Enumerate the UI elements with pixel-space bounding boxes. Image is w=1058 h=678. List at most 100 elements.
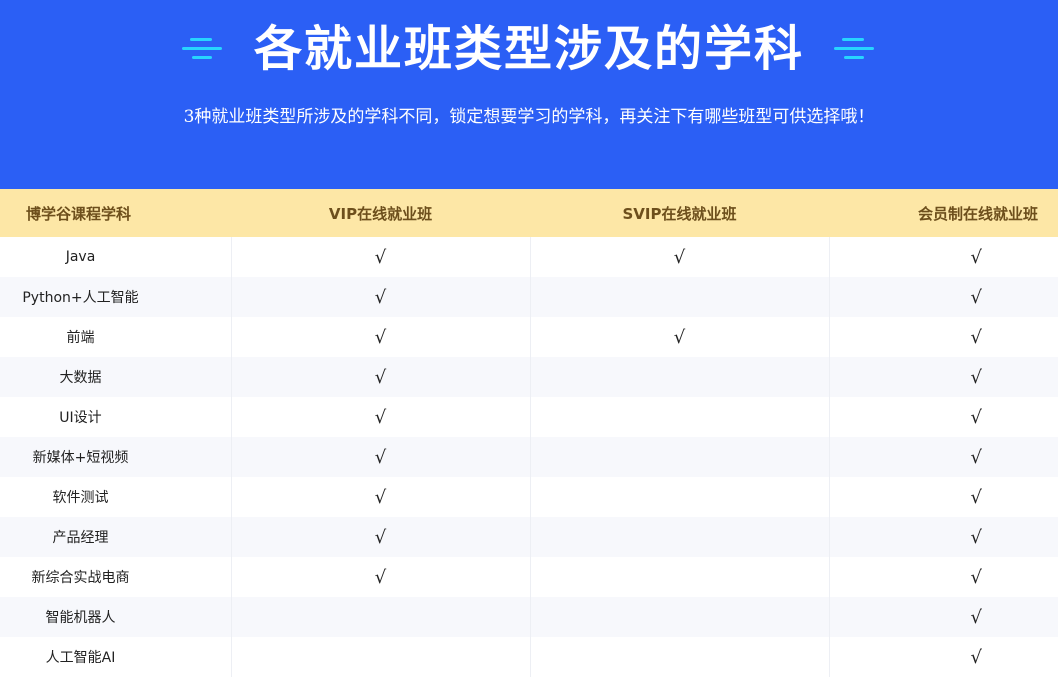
table-row: 新综合实战电商 √ √ [0,557,1058,597]
member-cell: √ [829,637,1058,677]
right-lines-icon [834,36,876,62]
check-icon: √ [374,486,387,508]
left-lines-icon [181,36,224,62]
member-cell: √ [829,397,1058,437]
svip-cell [530,477,830,517]
table-row: 软件测试 √ √ [0,477,1058,517]
table-row: 大数据 √ √ [0,357,1058,397]
subject-cell: Python+人工智能 [0,277,232,317]
subject-label: 新综合实战电商 [31,570,130,586]
check-icon: √ [970,246,982,268]
check-icon: √ [374,406,387,428]
check-icon: √ [970,406,982,428]
subject-cell: 新媒体+短视频 [0,437,232,477]
subject-label: 软件测试 [52,490,109,506]
subject-cell: UI设计 [0,397,232,437]
vip-cell: √ [231,517,531,557]
table-row: 产品经理 √ √ [0,517,1058,557]
check-icon: √ [374,566,387,588]
vip-cell: √ [231,557,531,597]
svip-cell [530,517,830,557]
hero-banner: 各就业班类型涉及的学科 3种就业班类型所涉及的学科不同，锁定想要学习的学科，再关… [0,0,1058,189]
check-icon: √ [374,246,387,268]
header-member: 会员制在线就业班 [917,204,1038,223]
check-icon: √ [374,446,387,468]
svip-cell [530,597,830,637]
subject-label: 人工智能AI [45,650,116,666]
svip-cell: √ [530,237,830,277]
subject-cell: Java [0,237,232,277]
check-icon: √ [374,326,387,348]
subject-label: 前端 [66,330,95,346]
page-subtitle: 3种就业班类型所涉及的学科不同，锁定想要学习的学科，再关注下有哪些班型可供选择哦… [183,107,875,127]
check-icon: √ [374,366,387,388]
check-icon: √ [970,486,982,508]
subject-cell: 新综合实战电商 [0,557,232,597]
subject-label: UI设计 [59,410,102,426]
subject-cell: 智能机器人 [0,597,232,637]
member-cell: √ [829,517,1058,557]
vip-cell [231,637,531,677]
check-icon: √ [970,646,982,668]
subject-label: Python+人工智能 [22,290,139,306]
table-row: 智能机器人 √ [0,597,1058,637]
table-header-row: 博学谷课程学科 VIP在线就业班 SVIP在线就业班 会员制在线就业班 [0,189,1058,237]
vip-cell: √ [231,357,531,397]
vip-cell: √ [231,277,531,317]
check-icon: √ [374,526,387,548]
svip-cell [530,637,830,677]
table-row: 前端 √ √ √ [0,317,1058,357]
svip-cell [530,557,830,597]
check-icon: √ [970,446,982,468]
member-cell: √ [829,237,1058,277]
member-cell: √ [829,477,1058,517]
subject-label: 大数据 [59,370,102,386]
check-icon: √ [374,286,387,308]
header-subject: 博学谷课程学科 [26,204,132,223]
svip-cell [530,277,830,317]
svip-cell [530,397,830,437]
member-cell: √ [829,597,1058,637]
table-row: 人工智能AI √ [0,637,1058,677]
svip-cell: √ [530,317,830,357]
subject-cell: 软件测试 [0,477,232,517]
check-icon: √ [970,366,982,388]
vip-cell [231,597,531,637]
check-icon: √ [970,326,982,348]
vip-cell: √ [231,317,531,357]
vip-cell: √ [231,477,531,517]
page-title: 各就业班类型涉及的学科 [253,21,804,77]
subject-label: 新媒体+短视频 [32,450,129,466]
header-svip: SVIP在线就业班 [622,204,737,223]
member-cell: √ [829,557,1058,597]
subject-label: 产品经理 [52,530,109,546]
table-row: Java √ √ √ [0,237,1058,277]
table-row: 新媒体+短视频 √ √ [0,437,1058,477]
table-row: UI设计 √ √ [0,397,1058,437]
check-icon: √ [970,286,982,308]
subject-cell: 前端 [0,317,232,357]
subject-comparison-table: 博学谷课程学科 VIP在线就业班 SVIP在线就业班 会员制在线就业班 Java… [0,189,1058,677]
check-icon: √ [970,606,982,628]
check-icon: √ [970,566,982,588]
table-body: Java √ √ √ Python+人工智能 √ √ 前端 √ √ √ 大数据 √ √ UI设计 √ √ 新媒体+… [0,237,1058,677]
vip-cell: √ [231,237,531,277]
member-cell: √ [829,437,1058,477]
title-row: 各就业班类型涉及的学科 [0,14,1058,84]
member-cell: √ [829,317,1058,357]
vip-cell: √ [231,397,531,437]
member-cell: √ [829,357,1058,397]
subject-cell: 人工智能AI [0,637,232,677]
subject-cell: 大数据 [0,357,232,397]
check-icon: √ [673,246,686,268]
subject-cell: 产品经理 [0,517,232,557]
subject-label: 智能机器人 [45,610,116,626]
subject-label: Java [65,249,96,265]
check-icon: √ [970,526,982,548]
vip-cell: √ [231,437,531,477]
svip-cell [530,357,830,397]
check-icon: √ [673,326,686,348]
member-cell: √ [829,277,1058,317]
table-row: Python+人工智能 √ √ [0,277,1058,317]
svip-cell [530,437,830,477]
